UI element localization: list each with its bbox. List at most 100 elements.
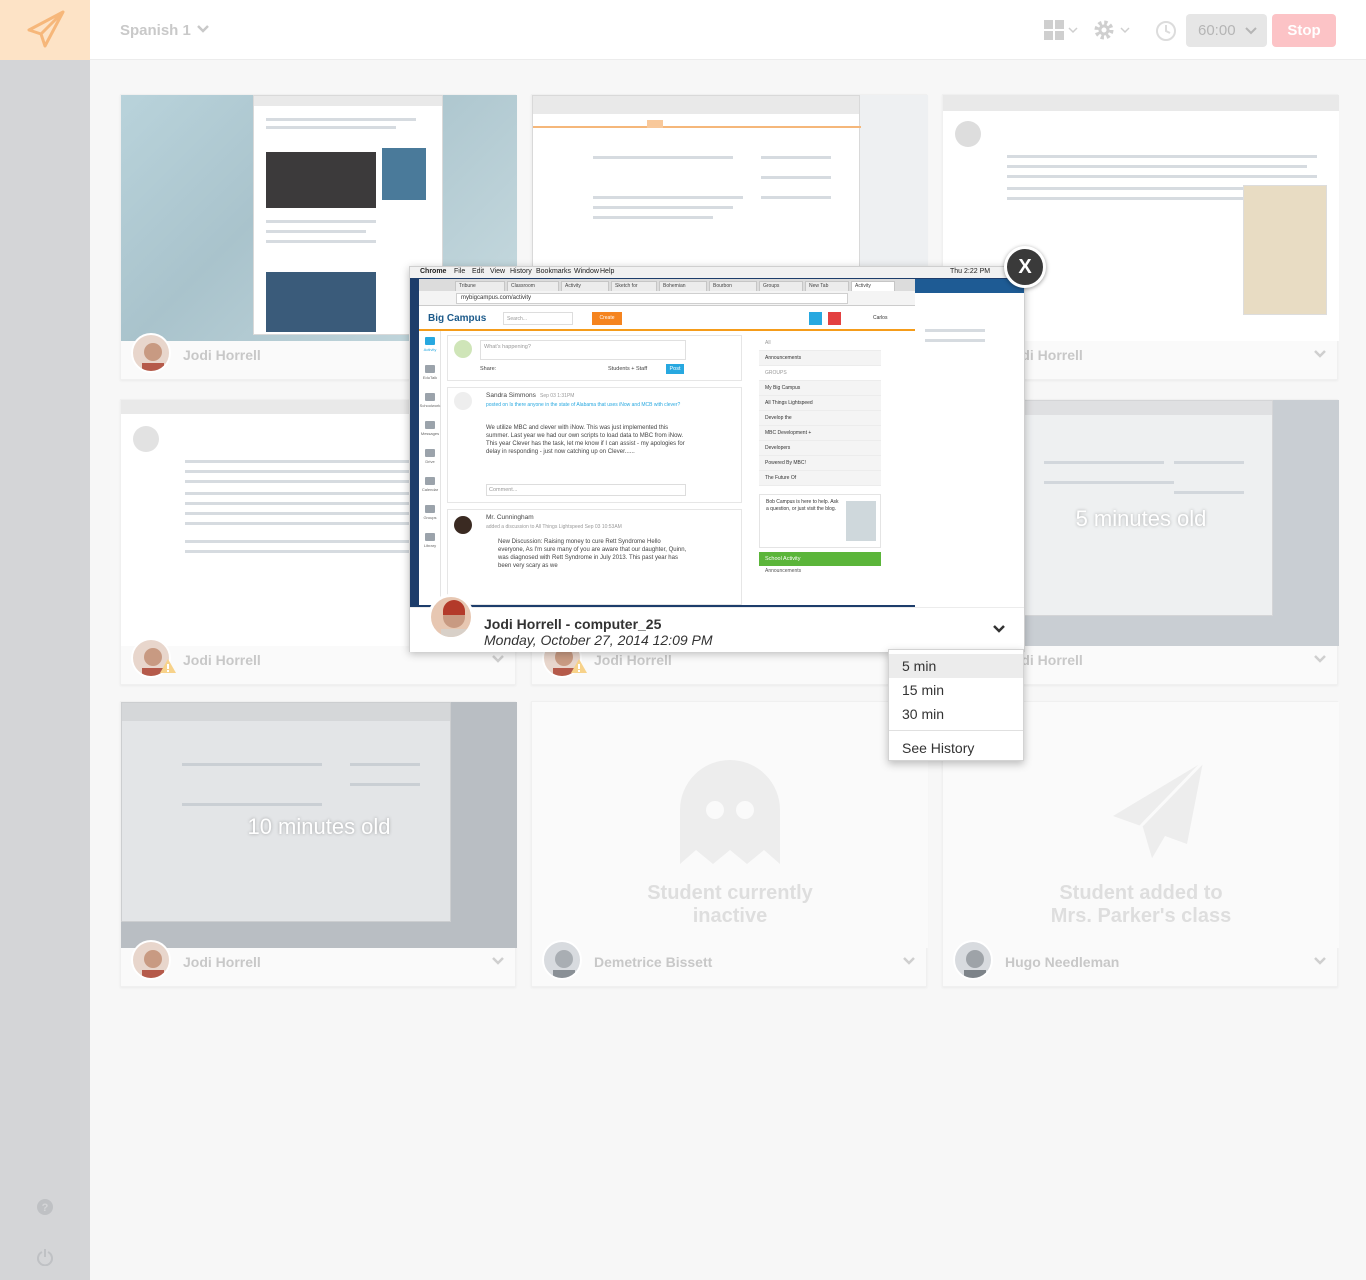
- menu-item: View: [490, 268, 506, 275]
- feed-post: Mr. Cunningham added a discussion to All…: [447, 509, 742, 605]
- timer-select[interactable]: 60:00: [1186, 14, 1267, 47]
- user-name[interactable]: Carlos: [873, 315, 887, 321]
- chevron-down-icon[interactable]: [491, 956, 505, 966]
- sidebar: ?: [0, 0, 90, 1280]
- group-item[interactable]: Develop the: [759, 411, 881, 426]
- compose-box: What's happening? Share: Students + Staf…: [447, 335, 742, 381]
- class-selector[interactable]: Spanish 1: [120, 22, 191, 39]
- warning-icon: [160, 659, 176, 673]
- chevron-down-icon[interactable]: [491, 654, 505, 664]
- group-item[interactable]: Announcements: [759, 351, 881, 366]
- app-logo[interactable]: [0, 0, 90, 60]
- nav-messages[interactable]: Messages: [419, 421, 441, 436]
- nav-edutalk[interactable]: EduTalk: [419, 365, 441, 380]
- student-tile[interactable]: 10 minutes old Jodi Horrell: [120, 701, 517, 987]
- create-button[interactable]: Create: [592, 312, 622, 325]
- gear-icon[interactable]: [1092, 18, 1132, 42]
- group-item[interactable]: All: [759, 336, 881, 351]
- post-author[interactable]: Sandra Simmons: [486, 392, 536, 399]
- share-label: Share:: [480, 366, 497, 372]
- group-heading: GROUPS: [759, 366, 881, 381]
- nav-activity[interactable]: Activity: [419, 337, 441, 352]
- nav-library[interactable]: Library: [419, 533, 441, 548]
- site-logo[interactable]: Big Campus: [428, 313, 486, 324]
- browser-tab[interactable]: Classroom: [507, 281, 559, 291]
- pin-icon[interactable]: [809, 312, 822, 325]
- warning-icon: [571, 659, 587, 673]
- browser-tab[interactable]: Tribune: [455, 281, 505, 291]
- nav-schoolwork[interactable]: Schoolwork: [419, 393, 441, 408]
- avatar: [428, 594, 474, 640]
- snapshot-age-label: 10 minutes old: [247, 814, 391, 839]
- help-icon[interactable]: ?: [33, 1195, 57, 1219]
- preview-title: Jodi Horrell - computer_25: [484, 616, 662, 632]
- screen-thumbnail[interactable]: 10 minutes old: [121, 702, 517, 948]
- svg-text:?: ?: [42, 1202, 49, 1214]
- grid-view-icon[interactable]: [1044, 20, 1080, 40]
- browser-tab[interactable]: Activity: [561, 281, 609, 291]
- student-name: Jodi Horrell: [183, 652, 261, 668]
- dropdown-divider: [889, 730, 1023, 731]
- browser-window: Tribune Classroom Activity Sketch for Bo…: [419, 279, 915, 605]
- url-field[interactable]: mybigcampus.com/activity: [456, 293, 848, 304]
- audience-select[interactable]: Students + Staff: [608, 366, 647, 372]
- menu-item: Window: [574, 268, 599, 275]
- preview-footer: Jodi Horrell - computer_25 Monday, Octob…: [410, 594, 1024, 652]
- group-item[interactable]: Developers: [759, 441, 881, 456]
- nav-groups[interactable]: Groups: [419, 505, 441, 520]
- menu-item: Chrome: [420, 268, 447, 275]
- browser-tab[interactable]: New Tab: [805, 281, 849, 291]
- group-item[interactable]: All Things Lightspeed: [759, 396, 881, 411]
- robot-icon: [846, 501, 876, 541]
- group-item[interactable]: My Big Campus: [759, 381, 881, 396]
- chevron-down-icon[interactable]: [1313, 349, 1327, 359]
- groups-sidebar: All Announcements GROUPS My Big Campus A…: [759, 336, 881, 576]
- announcements-link[interactable]: Announcements: [759, 566, 881, 576]
- post-author[interactable]: Mr. Cunningham: [486, 514, 534, 521]
- stop-button[interactable]: Stop: [1272, 14, 1336, 47]
- tile-footer: Demetrice Bissett: [532, 940, 928, 988]
- group-item[interactable]: Powered By MBC!: [759, 456, 881, 471]
- dropdown-item-5-min[interactable]: 5 min: [889, 654, 1023, 678]
- school-activity-bar[interactable]: School Activity: [759, 552, 881, 566]
- tile-footer: Jodi Horrell: [121, 638, 517, 686]
- chevron-down-icon[interactable]: [1313, 956, 1327, 966]
- see-history-link[interactable]: See History: [889, 736, 1023, 760]
- chevron-down-icon[interactable]: [196, 24, 210, 34]
- compose-input[interactable]: What's happening?: [480, 340, 686, 360]
- tile-footer: Hugo Needleman: [943, 940, 1339, 988]
- student-tile[interactable]: Student currently inactive Demetrice Bis…: [531, 701, 928, 988]
- avatar: [131, 333, 171, 373]
- dropdown-item-30-min[interactable]: 30 min: [889, 702, 1023, 726]
- preview-screenshot[interactable]: Chrome File Edit View History Bookmarks …: [410, 267, 1024, 607]
- chevron-down-icon[interactable]: [1313, 654, 1327, 664]
- site-search-input[interactable]: Search...: [503, 312, 573, 325]
- post-body: New Discussion: Raising money to cure Re…: [498, 539, 687, 569]
- comment-input[interactable]: Comment...: [486, 484, 686, 496]
- browser-tab[interactable]: Groups: [759, 281, 803, 291]
- nav-calendar[interactable]: Calendar: [419, 477, 441, 492]
- post-context: added a discussion to All Things Lightsp…: [486, 524, 622, 530]
- group-item[interactable]: MBC Development +: [759, 426, 881, 441]
- browser-tab-active[interactable]: Activity: [851, 281, 895, 291]
- power-icon[interactable]: [33, 1245, 57, 1269]
- site-header: Big Campus Search... Create Carlos: [419, 306, 915, 331]
- browser-tab[interactable]: Sketch for: [611, 281, 657, 291]
- post-time: Sep 03 1:31PM: [540, 393, 575, 399]
- post-body: We utilize MBC and clever with iNow. Thi…: [486, 425, 685, 455]
- browser-tab[interactable]: Bohemian: [659, 281, 707, 291]
- post-context[interactable]: posted on Is there anyone in the state o…: [486, 402, 686, 408]
- group-item[interactable]: The Future Of: [759, 471, 881, 486]
- site-nav: Activity EduTalk Schoolwork Messages Dri…: [419, 331, 441, 605]
- post-button[interactable]: Post: [666, 364, 684, 374]
- nav-drive[interactable]: Drive: [419, 449, 441, 464]
- close-preview-button[interactable]: X: [1004, 246, 1046, 288]
- tile-footer: Jodi Horrell: [532, 638, 928, 686]
- dropdown-item-15-min[interactable]: 15 min: [889, 678, 1023, 702]
- notification-icon[interactable]: [828, 312, 841, 325]
- chevron-down-icon[interactable]: [902, 956, 916, 966]
- chevron-down-icon[interactable]: [992, 624, 1006, 634]
- menu-item: Bookmarks: [536, 268, 572, 275]
- browser-tab[interactable]: Bourbon: [709, 281, 757, 291]
- avatar: [454, 392, 472, 410]
